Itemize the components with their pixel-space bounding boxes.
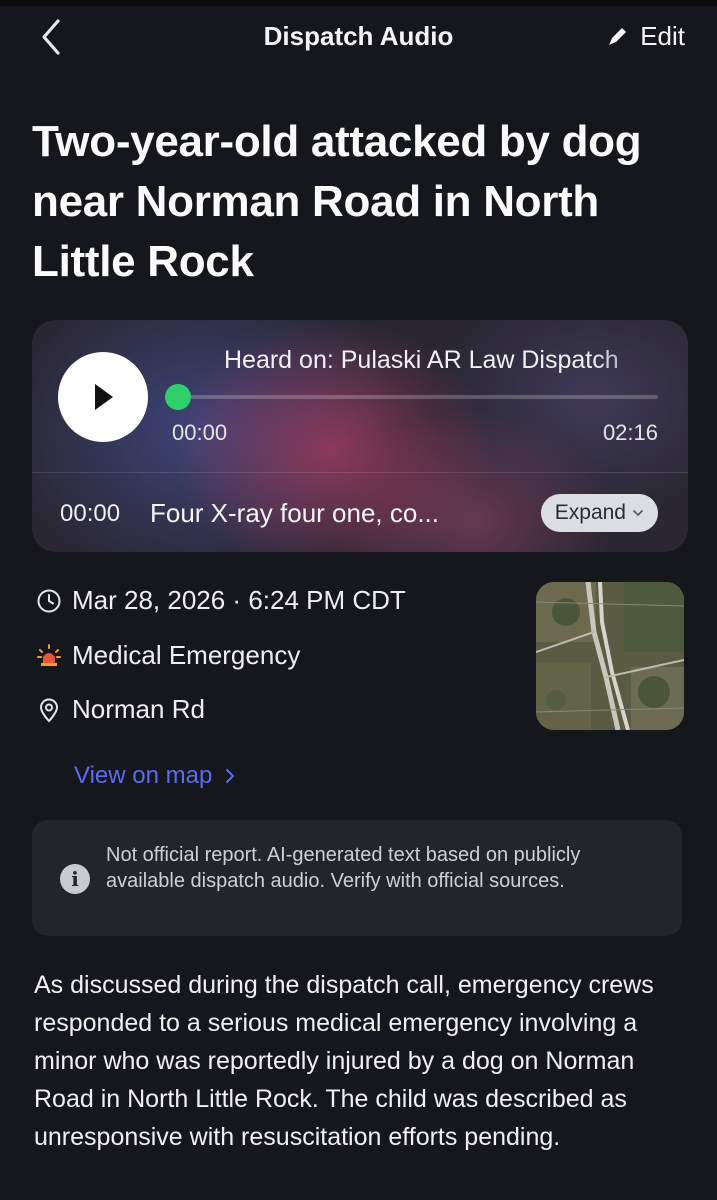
duration: 02:16 [602, 420, 658, 445]
siren-icon [37, 643, 61, 666]
nav-bar: Dispatch Audio Edit [0, 6, 717, 68]
audio-player-card: Heard on: Pulaski AR Law Dispatch 00:00 … [32, 320, 688, 552]
transcript-snippet: Four X-ray four one, co... [150, 498, 440, 528]
incident-summary: As discussed during the dispatch call, e… [34, 971, 654, 1151]
view-on-map-link[interactable]: View on map [74, 762, 236, 790]
audio-progress-slider[interactable] [165, 384, 658, 410]
incident-datetime: Mar 28, 2026 · 6:24 PM CDT [72, 585, 406, 615]
expand-label: Expand [554, 501, 626, 524]
expand-button[interactable]: Expand [540, 494, 658, 532]
incident-headline: Two-year-old attacked by dog near Norman… [32, 117, 642, 286]
card-divider [32, 472, 688, 473]
play-button[interactable] [58, 352, 148, 442]
back-chevron-icon [42, 19, 60, 55]
current-time: 00:00 [172, 420, 228, 445]
map-thumbnail[interactable] [536, 582, 684, 730]
heard-on-label: Heard on: Pulaski AR Law Dispatch [224, 346, 619, 374]
audio-progress-knob[interactable] [165, 384, 191, 410]
edit-label: Edit [640, 20, 685, 51]
chevron-right-icon [226, 769, 235, 783]
play-icon [95, 384, 113, 410]
incident-location: Norman Rd [72, 694, 205, 724]
ai-disclaimer-box: i Not official report. AI-generated text… [32, 820, 682, 936]
chevron-down-icon [633, 510, 643, 517]
disclaimer-text: Not official report. AI-generated text b… [106, 844, 581, 892]
incident-type-row: Medical Emergency [36, 640, 300, 671]
incident-type: Medical Emergency [72, 640, 301, 670]
clock-icon [37, 589, 61, 612]
transcript-timestamp: 00:00 [60, 500, 121, 527]
edit-button[interactable]: Edit [606, 18, 685, 54]
satellite-map-image [536, 582, 684, 730]
incident-location-row: Norman Rd [36, 694, 205, 725]
info-icon: i [60, 864, 90, 894]
view-on-map-label: View on map [74, 762, 213, 789]
location-pin-icon [39, 698, 59, 722]
incident-datetime-row: Mar 28, 2026 · 6:24 PM CDT [36, 585, 406, 616]
back-button[interactable] [32, 16, 72, 58]
pencil-icon [609, 28, 627, 45]
